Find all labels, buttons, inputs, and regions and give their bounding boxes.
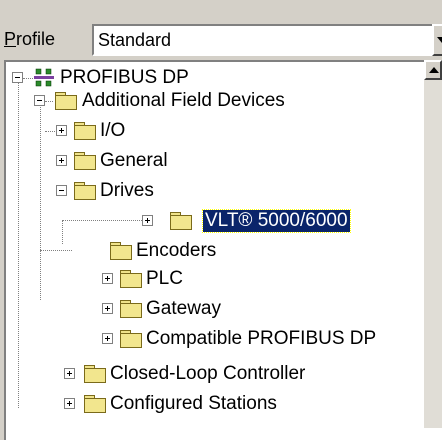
- folder-icon: [74, 152, 96, 170]
- expand-icon[interactable]: [102, 333, 113, 344]
- profibus-network-icon: [34, 68, 54, 87]
- tree-node-configured-stations[interactable]: Configured Stations: [110, 393, 277, 415]
- tree-line: [45, 101, 53, 102]
- profile-dropdown-value: Standard: [98, 30, 172, 50]
- tree-node-encoders[interactable]: Encoders: [136, 240, 216, 262]
- folder-icon: [120, 300, 142, 318]
- folder-icon: [84, 365, 106, 383]
- tree-line: [40, 100, 41, 300]
- tree-node-compatible-profibus-dp[interactable]: Compatible PROFIBUS DP: [146, 328, 376, 350]
- expand-icon[interactable]: [102, 303, 113, 314]
- folder-icon: [170, 212, 192, 230]
- profile-label: Profile: [4, 29, 56, 49]
- scroll-up-arrow-icon[interactable]: [424, 60, 442, 80]
- folder-icon: [84, 395, 106, 413]
- expand-icon[interactable]: [102, 273, 113, 284]
- folder-icon: [74, 122, 96, 140]
- tree-node-io[interactable]: I/O: [100, 120, 125, 142]
- expand-icon[interactable]: [64, 368, 75, 379]
- tree-line: [23, 78, 33, 79]
- folder-icon: [120, 330, 142, 348]
- tree-line: [18, 78, 19, 408]
- expand-icon[interactable]: [64, 398, 75, 409]
- tree-node-vlt-5000-6000[interactable]: VLT® 5000/6000: [202, 209, 351, 233]
- tree-node-drives[interactable]: Drives: [100, 180, 154, 202]
- folder-icon: [74, 182, 96, 200]
- expand-icon[interactable]: [56, 155, 67, 166]
- tree-line: [62, 220, 63, 244]
- tree-line: [45, 131, 55, 132]
- profile-bar: Profile Standard: [0, 0, 442, 58]
- collapse-icon[interactable]: [56, 185, 67, 196]
- dropdown-arrow-icon[interactable]: [432, 24, 442, 56]
- expand-icon[interactable]: [56, 125, 67, 136]
- folder-icon: [120, 270, 142, 288]
- tree-line: [40, 250, 72, 251]
- expand-icon[interactable]: [142, 215, 153, 226]
- tree-node-closed-loop-controller[interactable]: Closed-Loop Controller: [110, 363, 305, 385]
- profile-dropdown[interactable]: Standard: [92, 24, 442, 56]
- folder-icon: [110, 242, 132, 260]
- tree-node-gateway[interactable]: Gateway: [146, 298, 221, 320]
- tree-node-profibus-dp[interactable]: PROFIBUS DP: [60, 67, 189, 89]
- collapse-icon[interactable]: [34, 95, 45, 106]
- tree-node-general[interactable]: General: [100, 150, 168, 172]
- folder-icon: [55, 92, 77, 110]
- tree-line: [62, 220, 142, 221]
- vertical-scrollbar[interactable]: [424, 60, 442, 428]
- collapse-icon[interactable]: [12, 72, 23, 83]
- tree-node-additional-field-devices[interactable]: Additional Field Devices: [82, 90, 285, 112]
- tree-node-plc[interactable]: PLC: [146, 268, 183, 290]
